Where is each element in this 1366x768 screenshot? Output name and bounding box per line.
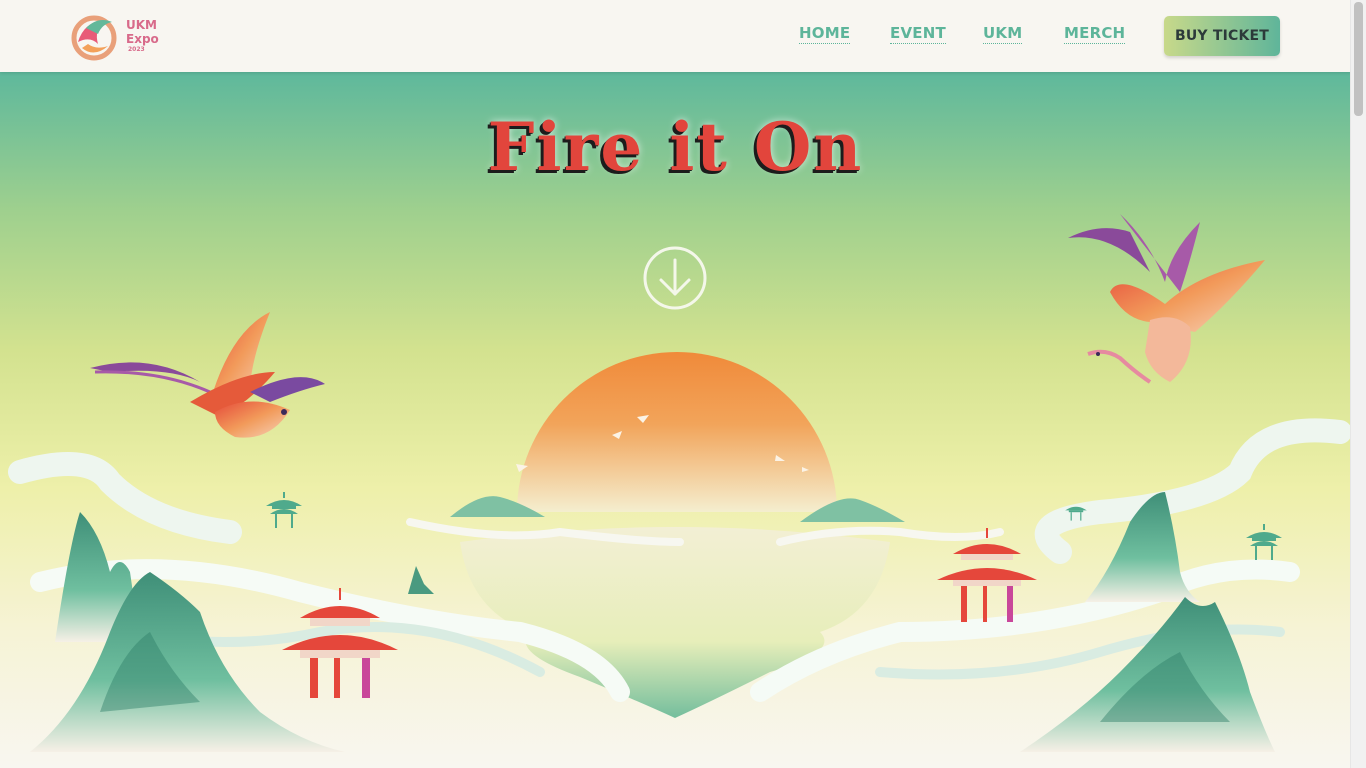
arrow-down-circle-icon xyxy=(643,246,707,310)
logo-phoenix-icon xyxy=(71,15,117,61)
ukm-expo-logo[interactable]: UKM Expo 2023 xyxy=(68,8,168,66)
page-scrollbar[interactable] xyxy=(1350,0,1366,768)
buy-ticket-button[interactable]: BUY TICKET xyxy=(1164,16,1280,56)
site-header: UKM Expo 2023 HOME EVENT UKM MERCH BUY T… xyxy=(0,0,1351,72)
nav-merch[interactable]: MERCH xyxy=(1064,24,1126,44)
sun xyxy=(517,352,837,512)
phoenix-right xyxy=(1068,214,1265,384)
scrollbar-thumb[interactable] xyxy=(1354,2,1363,116)
logo-wordmark: UKM Expo 2023 xyxy=(126,18,159,53)
nav-home[interactable]: HOME xyxy=(799,24,851,44)
nav-event[interactable]: EVENT xyxy=(890,24,946,44)
scroll-down-button[interactable] xyxy=(643,246,707,310)
nav-ukm[interactable]: UKM xyxy=(983,24,1023,44)
red-pagoda-right xyxy=(937,528,1037,622)
hero-title: Fire it On xyxy=(487,108,864,186)
lake xyxy=(460,527,890,718)
phoenix-left xyxy=(90,312,325,438)
hero-section: Fire it On xyxy=(0,72,1351,768)
